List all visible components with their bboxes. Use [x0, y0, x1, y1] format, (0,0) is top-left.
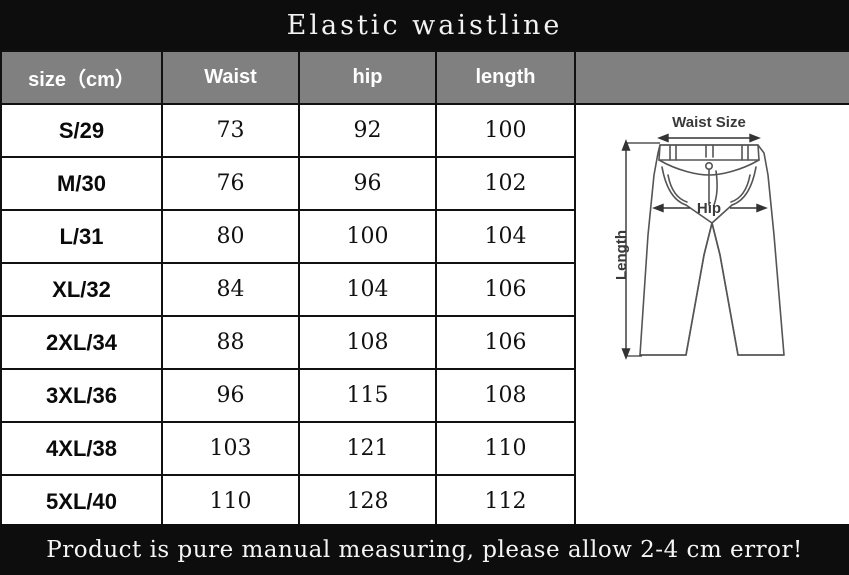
waist-button [704, 161, 713, 170]
cell-waist: 103 [161, 421, 300, 476]
pocket-left-stitch [666, 174, 688, 203]
table-row: S/29 73 92 100 Waist Size Hip Length [0, 103, 849, 529]
cell-hip: 104 [298, 262, 437, 317]
cell-waist: 96 [161, 368, 300, 423]
cell-length: 100 [435, 103, 576, 158]
cell-hip: 92 [298, 103, 437, 158]
cell-length: 110 [435, 421, 576, 476]
cell-waist: 84 [161, 262, 300, 317]
cell-size: 3XL/36 [0, 368, 163, 423]
belt-loop-right [740, 144, 749, 161]
cell-size: M/30 [0, 156, 163, 211]
jeans-illustration: Waist Size Hip Length [613, 114, 785, 360]
column-header-blank [574, 50, 849, 105]
cell-length: 108 [435, 368, 576, 423]
cell-waist: 110 [161, 474, 300, 529]
belt-loop-left [668, 144, 677, 161]
crotch-seam [684, 204, 733, 224]
cell-waist: 88 [161, 315, 300, 370]
size-chart-image: Elastic waistline size（cm） Waist hip len… [0, 0, 849, 575]
column-header-waist: Waist [161, 50, 300, 105]
cell-size: XL/32 [0, 262, 163, 317]
column-header-hip: hip [298, 50, 437, 105]
cell-length: 102 [435, 156, 576, 211]
fly-seam [707, 168, 718, 206]
jeans-outline [638, 144, 785, 356]
size-table-container: size（cm） Waist hip length S/29 73 92 100 [0, 50, 849, 529]
cell-hip: 128 [298, 474, 437, 529]
hip-measure-arrow [651, 203, 768, 213]
header-row: size（cm） Waist hip length [0, 50, 849, 105]
cell-hip: 96 [298, 156, 437, 211]
cell-hip: 115 [298, 368, 437, 423]
inseam-left [684, 222, 713, 356]
cell-hip: 121 [298, 421, 437, 476]
measurement-disclaimer: Product is pure manual measuring, please… [46, 536, 803, 563]
cell-hip: 108 [298, 315, 437, 370]
cell-size: 2XL/34 [0, 315, 163, 370]
waist-measure-arrow [656, 133, 761, 143]
length-measure-arrow [620, 139, 660, 360]
belt-loop-center [704, 144, 714, 158]
cell-waist: 76 [161, 156, 300, 211]
table-header: size（cm） Waist hip length [0, 50, 849, 105]
cell-hip: 100 [298, 209, 437, 264]
pocket-right-opening [730, 166, 757, 206]
jeans-measurement-diagram: Waist Size Hip Length [576, 105, 849, 527]
cell-length: 104 [435, 209, 576, 264]
cell-size: 4XL/38 [0, 421, 163, 476]
waist-label: Waist Size [672, 114, 746, 131]
hip-label: Hip [696, 200, 720, 217]
column-header-size: size（cm） [0, 50, 163, 105]
waistband [657, 144, 760, 161]
page-title: Elastic waistline [286, 9, 563, 41]
footer-band: Product is pure manual measuring, please… [0, 524, 849, 575]
inseam-right [710, 222, 739, 356]
diagram-cell: Waist Size Hip Length [574, 103, 849, 529]
table-body: S/29 73 92 100 Waist Size Hip Length M/3… [0, 103, 849, 529]
cell-waist: 80 [161, 209, 300, 264]
pocket-left-opening [660, 166, 687, 206]
column-header-length: length [435, 50, 576, 105]
cell-length: 112 [435, 474, 576, 529]
pocket-right-stitch [729, 174, 751, 203]
yoke-seam [657, 159, 760, 176]
cell-size: L/31 [0, 209, 163, 264]
title-band: Elastic waistline [0, 0, 849, 50]
cell-size: S/29 [0, 103, 163, 158]
cell-length: 106 [435, 262, 576, 317]
cell-length: 106 [435, 315, 576, 370]
length-label: Length [613, 230, 630, 280]
cell-size: 5XL/40 [0, 474, 163, 529]
cell-waist: 73 [161, 103, 300, 158]
size-table: size（cm） Waist hip length S/29 73 92 100 [0, 50, 849, 529]
